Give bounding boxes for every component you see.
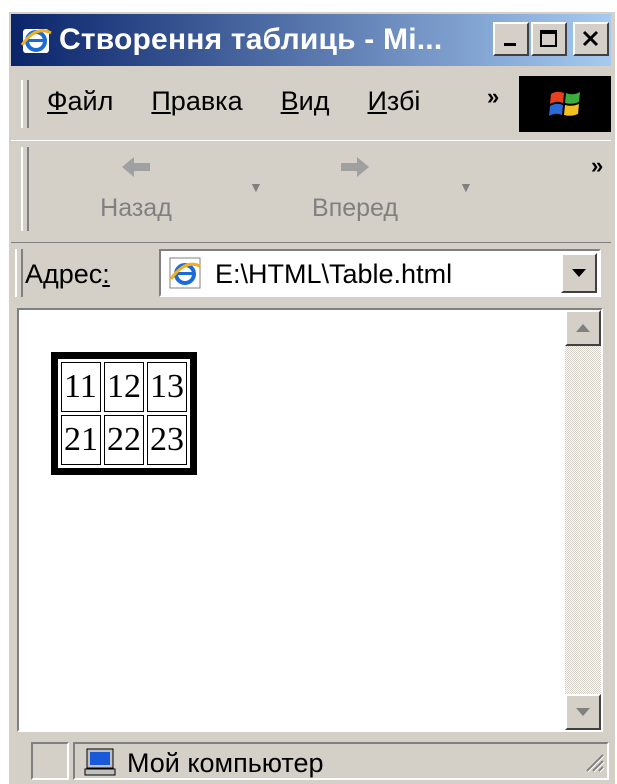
back-label: Назад: [100, 194, 172, 222]
address-field[interactable]: E:\HTML\Table.html: [159, 249, 601, 297]
window-title: Створення таблиць - Mi...: [59, 23, 443, 56]
maximize-icon: [540, 30, 557, 47]
addressbar-grip[interactable]: [15, 249, 23, 297]
menu-view[interactable]: Вид: [281, 86, 330, 117]
address-bar: Адрес: E:\HTML\Table.html: [11, 242, 611, 303]
back-dropdown[interactable]: ▼: [249, 179, 263, 195]
chevron-down-icon: [572, 269, 586, 277]
forward-button[interactable]: Вперед: [295, 153, 415, 223]
status-bar: Мой компьютер: [11, 738, 611, 784]
menu-file[interactable]: Файл: [47, 86, 113, 117]
status-zone-text: Мой компьютер: [127, 748, 324, 778]
maximize-button[interactable]: [531, 22, 567, 56]
table-cell: 13: [147, 362, 187, 412]
menu-favorites[interactable]: Избі: [367, 86, 429, 117]
menu-overflow-chevron[interactable]: »: [487, 84, 499, 110]
table-cell: 12: [104, 362, 144, 412]
windows-flag-icon: [549, 91, 580, 116]
toolbar-grip[interactable]: [21, 147, 29, 231]
back-button[interactable]: Назад: [81, 153, 191, 223]
chevron-down-icon: [576, 708, 590, 716]
table-row: 11 12 13: [61, 362, 187, 412]
resize-grip-icon[interactable]: [583, 751, 605, 778]
minimize-icon: [504, 43, 516, 46]
menu-bar: Файл Правка Вид Избі »: [11, 74, 611, 134]
menubar-grip[interactable]: [21, 80, 29, 128]
vertical-scrollbar[interactable]: [565, 310, 601, 730]
browser-window: Створення таблиць - Mi... Файл Правка Ви…: [7, 10, 615, 784]
table-cell: 21: [61, 415, 101, 465]
page-icon: [167, 255, 203, 296]
close-icon: [582, 30, 599, 47]
table-cell: 22: [104, 415, 144, 465]
table-row: 21 22 23: [61, 415, 187, 465]
standard-toolbar: Назад ▼ Вперед ▼ »: [11, 140, 611, 237]
windows-logo: [519, 76, 611, 132]
html-table: 11 12 13 21 22 23: [51, 352, 197, 475]
toolbar-overflow-chevron[interactable]: »: [591, 153, 603, 179]
menu-edit[interactable]: Правка: [151, 86, 242, 117]
status-pane-progress: [31, 742, 69, 780]
status-pane-zone: Мой компьютер: [73, 742, 609, 780]
forward-dropdown[interactable]: ▼: [459, 179, 473, 195]
address-value: E:\HTML\Table.html: [215, 259, 453, 289]
forward-arrow-icon: [341, 157, 369, 177]
address-dropdown-button[interactable]: [561, 253, 597, 293]
table-cell: 11: [61, 362, 101, 412]
forward-label: Вперед: [312, 194, 398, 222]
scroll-up-button[interactable]: [565, 310, 601, 346]
page-content[interactable]: 11 12 13 21 22 23: [17, 308, 603, 732]
table-cell: 23: [147, 415, 187, 465]
window-controls: [493, 22, 609, 56]
chevron-up-icon: [576, 324, 590, 332]
minimize-button[interactable]: [493, 22, 529, 56]
ie-icon: [19, 23, 53, 57]
computer-icon: [83, 747, 117, 782]
back-arrow-icon: [122, 157, 150, 177]
title-bar[interactable]: Створення таблиць - Mi...: [11, 14, 611, 66]
scroll-down-button[interactable]: [565, 694, 601, 730]
address-label: Адрес:: [25, 259, 110, 289]
close-button[interactable]: [573, 22, 609, 56]
